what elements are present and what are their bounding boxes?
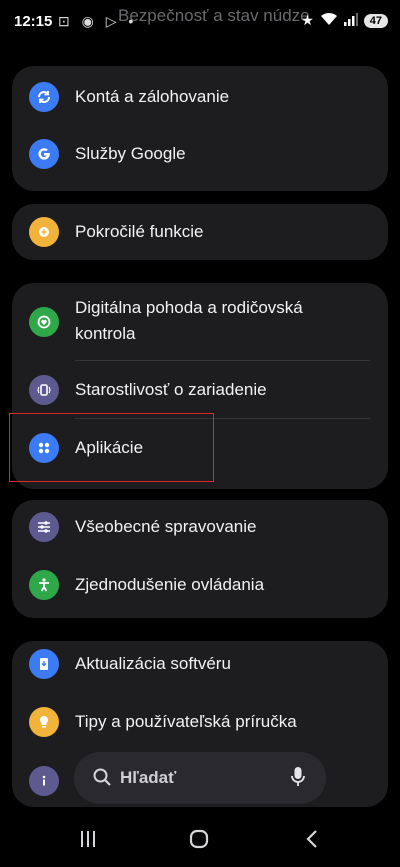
menu-item-label: Zjednodušenie ovládania	[75, 575, 265, 594]
card-general: Všeobecné spravovanie Zjednodušenie ovlá…	[12, 500, 388, 618]
home-button[interactable]	[188, 828, 210, 855]
menu-item-label: Tipy a používateľská príručka	[75, 712, 297, 731]
info-icon	[29, 766, 59, 796]
recents-button[interactable]	[80, 830, 96, 853]
menu-item-tips[interactable]: Tipy a používateľská príručka	[12, 707, 388, 737]
menu-item-label: Pokročilé funkcie	[75, 222, 204, 241]
notification-icons: ⊡ ◉ ▷ •	[58, 13, 138, 29]
menu-item-digital-wellbeing[interactable]: Digitálna pohoda a rodičovská kontrola	[12, 295, 388, 349]
menu-item-label: Služby Google	[75, 144, 186, 163]
status-time: 12:15	[14, 13, 53, 30]
bulb-icon	[29, 707, 59, 737]
search-placeholder: Hľadať	[120, 768, 177, 787]
status-bar: Bezpečnosť a stav núdze 12:15 ⊡ ◉ ▷ • ★ …	[0, 0, 400, 44]
card-accounts: Kontá a zálohovanie Služby Google	[12, 66, 388, 191]
sync-icon	[29, 82, 59, 112]
signal-icon	[343, 12, 358, 29]
card-advanced: Pokročilé funkcie	[12, 204, 388, 260]
partial-heading: Bezpečnosť a stav núdze	[118, 6, 310, 25]
microphone-icon[interactable]	[290, 766, 306, 793]
back-button[interactable]	[305, 829, 319, 854]
navigation-bar	[0, 808, 400, 867]
menu-item-google[interactable]: Služby Google	[12, 139, 388, 169]
highlight-box	[9, 413, 214, 482]
menu-item-label: Kontá a zálohovanie	[75, 87, 230, 106]
divider	[75, 360, 370, 361]
menu-item-general-management[interactable]: Všeobecné spravovanie	[12, 512, 388, 542]
menu-item-label: Aktualizácia softvéru	[75, 654, 231, 673]
menu-item-label-line2: kontrola	[75, 324, 136, 343]
device-care-icon	[29, 375, 59, 405]
menu-item-label: Všeobecné spravovanie	[75, 517, 257, 536]
menu-item-accessibility[interactable]: Zjednodušenie ovládania	[12, 570, 388, 600]
menu-item-software-update[interactable]: Aktualizácia softvéru	[12, 649, 388, 679]
menu-item-device-care[interactable]: Starostlivosť o zariadenie	[12, 375, 388, 405]
software-update-icon	[29, 649, 59, 679]
menu-item-label-line1: Digitálna pohoda a rodičovská	[75, 298, 303, 317]
gear-plus-icon	[29, 217, 59, 247]
accessibility-icon	[29, 570, 59, 600]
menu-item-label: Starostlivosť o zariadenie	[75, 380, 267, 399]
wellbeing-icon	[29, 307, 59, 337]
sliders-icon	[29, 512, 59, 542]
battery-indicator: 47	[363, 13, 388, 28]
wifi-icon	[320, 12, 338, 29]
google-icon	[29, 139, 59, 169]
search-icon	[92, 767, 112, 792]
star-icon: ★	[301, 12, 314, 28]
status-right: ★ 47	[301, 12, 388, 29]
search-bar[interactable]: Hľadať	[74, 752, 326, 804]
menu-item-advanced-features[interactable]: Pokročilé funkcie	[12, 217, 388, 247]
menu-item-accounts[interactable]: Kontá a zálohovanie	[12, 82, 388, 112]
